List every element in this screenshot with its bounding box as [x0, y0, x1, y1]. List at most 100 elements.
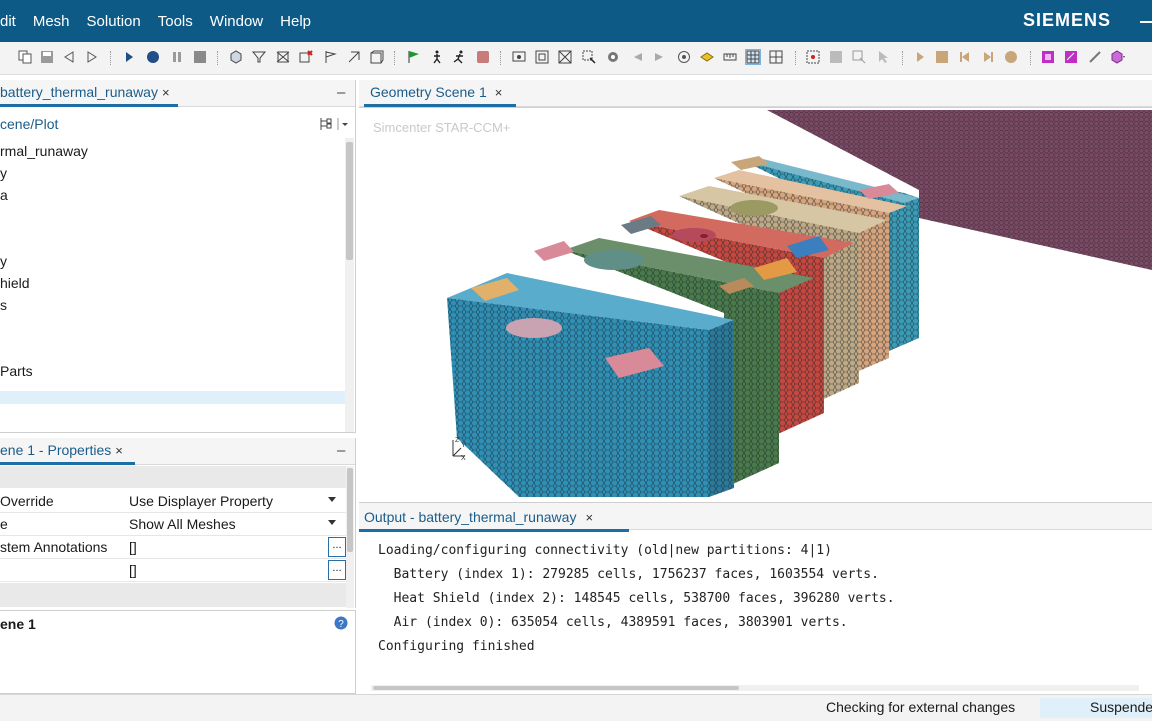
props-scrollbar[interactable]	[346, 466, 354, 608]
grid-alt-icon[interactable]	[769, 50, 783, 64]
dropdown-arrow-icon[interactable]	[328, 520, 336, 525]
stop-red-icon[interactable]	[476, 50, 490, 64]
minimize-panel-icon[interactable]: –	[337, 442, 345, 459]
close-icon[interactable]: ×	[162, 85, 170, 100]
flag-icon[interactable]	[323, 50, 337, 64]
select-region-icon[interactable]	[852, 50, 866, 64]
prop-value[interactable]: Use Displayer Property	[129, 493, 273, 509]
green-flag-icon[interactable]	[406, 50, 420, 64]
ruler-icon[interactable]	[723, 50, 737, 64]
tree-layout-icon[interactable]	[318, 117, 332, 131]
magenta-box-icon-2[interactable]	[1064, 50, 1078, 64]
props-scrollbar-thumb[interactable]	[347, 468, 353, 552]
part-icon[interactable]	[347, 50, 361, 64]
filter-icon[interactable]	[252, 50, 266, 64]
tree-item-regions[interactable]: a	[0, 187, 8, 203]
menu-help[interactable]: Help	[280, 13, 311, 30]
scene-viewport[interactable]: Simcenter STAR-CCM+ Z Y X	[359, 107, 1152, 497]
tree-item-battery[interactable]: y	[0, 253, 7, 269]
dropdown-arrow-icon[interactable]	[328, 497, 336, 502]
help-icon[interactable]: ?	[334, 616, 348, 630]
next-frame-icon[interactable]	[981, 50, 995, 64]
battery-mesh-render[interactable]: Z Y X	[359, 108, 1152, 497]
battery-cell-blue-front[interactable]	[447, 273, 734, 497]
save-icon[interactable]	[40, 50, 54, 64]
prop-value[interactable]: []	[129, 539, 137, 555]
toolbar-separator	[795, 51, 797, 65]
grid-icon[interactable]	[745, 49, 761, 65]
tab-output[interactable]: Output - battery_thermal_runaway ×	[364, 509, 593, 525]
close-icon[interactable]: ×	[585, 510, 593, 525]
tree-item-displayed-parts[interactable]: Parts	[0, 363, 33, 379]
transform-icon[interactable]	[829, 50, 843, 64]
tree-scrollbar-thumb[interactable]	[346, 142, 353, 260]
tree-item-parts[interactable]: s	[0, 297, 7, 313]
step-back-icon[interactable]	[62, 50, 76, 64]
record-icon-2[interactable]	[1004, 50, 1018, 64]
arrow-right-icon[interactable]	[653, 50, 667, 64]
brush-icon[interactable]	[1088, 50, 1102, 64]
prop-row-override[interactable]: Override Use Displayer Property	[0, 490, 348, 513]
mesh-icon[interactable]	[229, 50, 243, 64]
pointer-icon[interactable]	[876, 50, 890, 64]
tab-scene-properties[interactable]: ene 1 - Properties ×	[0, 442, 123, 458]
toolbar-separator	[902, 51, 904, 65]
prop-row-empty[interactable]: [] ...	[0, 559, 348, 582]
plane-icon[interactable]	[700, 50, 714, 64]
volume-icon[interactable]	[370, 50, 384, 64]
menu-tools[interactable]: Tools	[158, 13, 193, 30]
copy-icon[interactable]	[18, 50, 32, 64]
prop-value[interactable]: []	[129, 562, 137, 578]
tree-item-heat-shield[interactable]: hield	[0, 275, 30, 291]
stop-icon[interactable]	[193, 50, 207, 64]
axes-icon[interactable]	[806, 50, 820, 64]
step-forward-icon[interactable]	[85, 50, 99, 64]
zoom-box-icon[interactable]	[558, 50, 572, 64]
tree-scrollbar[interactable]	[345, 138, 354, 432]
arrow-left-icon[interactable]	[630, 50, 644, 64]
magenta-box-icon[interactable]	[1041, 50, 1055, 64]
camera-icon[interactable]	[606, 50, 620, 64]
tree-item-geometry[interactable]: y	[0, 165, 7, 181]
close-icon[interactable]: ×	[115, 443, 123, 458]
prop-row-annotations[interactable]: stem Annotations [] ...	[0, 536, 348, 559]
prop-value[interactable]: Show All Meshes	[129, 516, 236, 532]
cube-dropdown-icon[interactable]	[1111, 50, 1125, 64]
select-icon[interactable]	[582, 50, 596, 64]
close-icon[interactable]: ×	[495, 85, 503, 100]
surface-icon[interactable]	[276, 50, 290, 64]
minimize-icon[interactable]	[1140, 21, 1152, 23]
prop-key: e	[0, 516, 8, 532]
minimize-panel-icon[interactable]: –	[337, 84, 345, 101]
sphere-icon[interactable]	[677, 50, 691, 64]
delete-icon[interactable]	[299, 50, 313, 64]
run-fast-icon[interactable]	[452, 50, 466, 64]
menu-edit[interactable]: dit	[0, 13, 16, 30]
walk-icon[interactable]	[430, 50, 444, 64]
run-icon[interactable]	[122, 50, 136, 64]
tab-geometry-scene[interactable]: Geometry Scene 1 ×	[370, 84, 502, 100]
screenshot-icon[interactable]	[512, 50, 526, 64]
fit-icon[interactable]	[535, 50, 549, 64]
pause-icon[interactable]	[170, 50, 184, 64]
menu-list: dit Mesh Solution Tools Window Help	[0, 0, 328, 42]
toolbar-separator	[110, 51, 112, 65]
ellipsis-button[interactable]: ...	[328, 537, 346, 557]
prop-row-mesh[interactable]: e Show All Meshes	[0, 513, 348, 536]
play-icon[interactable]	[913, 50, 927, 64]
output-hscrollbar[interactable]	[371, 685, 1139, 691]
output-hscrollbar-thumb[interactable]	[373, 686, 739, 690]
record-icon[interactable]	[146, 50, 160, 64]
tree-item-sim[interactable]: rmal_runaway	[0, 143, 88, 159]
menu-solution[interactable]: Solution	[87, 13, 141, 30]
menu-mesh[interactable]: Mesh	[33, 13, 70, 30]
ellipsis-button[interactable]: ...	[328, 560, 346, 580]
toolbar-separator	[394, 51, 396, 65]
terminal-tab[interactable]	[534, 241, 574, 261]
prev-frame-icon[interactable]	[958, 50, 972, 64]
chevron-down-icon[interactable]	[337, 117, 351, 131]
menu-window[interactable]: Window	[210, 13, 263, 30]
tree-selected-row[interactable]	[0, 391, 347, 404]
tab-battery-thermal-runaway[interactable]: battery_thermal_runaway ×	[0, 84, 170, 100]
stop-icon-2[interactable]	[935, 50, 949, 64]
